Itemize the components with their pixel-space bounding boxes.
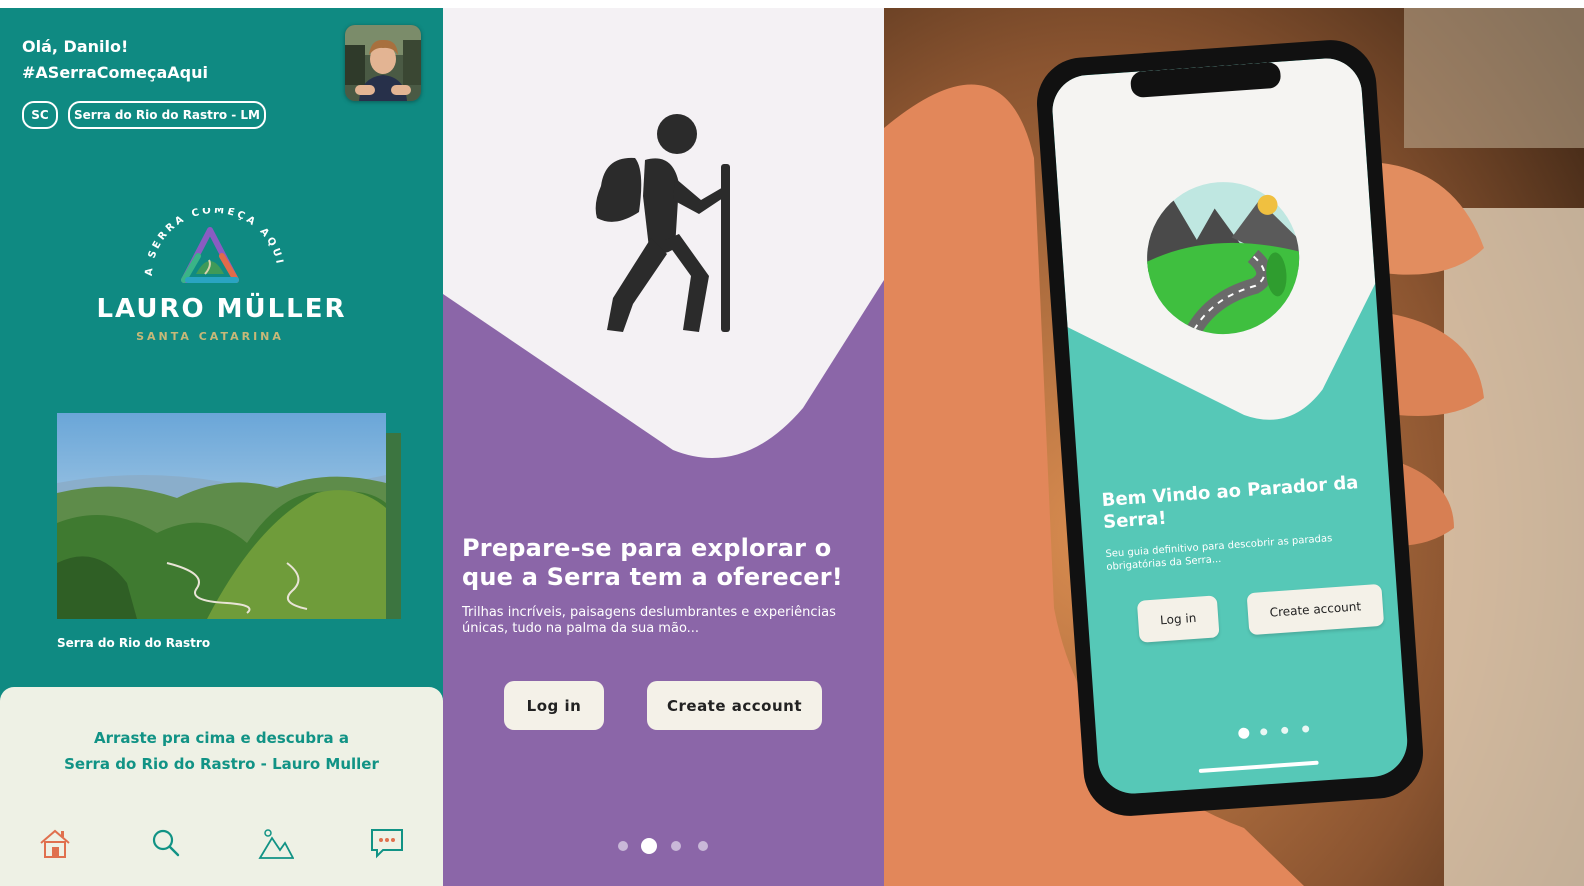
home-screen-panel: Olá, Danilo! #ASerraComeçaAqui SC Serra …: [0, 8, 443, 886]
welcome-title: Bem Vindo ao Parador da Serra!: [1101, 472, 1360, 534]
page-dot-3[interactable]: [671, 841, 681, 851]
page-dot-1[interactable]: [618, 841, 628, 851]
avatar[interactable]: [345, 25, 421, 101]
sheet-prompt: Arraste pra cima e descubra a Serra do R…: [0, 725, 443, 777]
phone-page-dot-4[interactable]: [1301, 725, 1310, 733]
logo-subtitle: SANTA CATARINA: [136, 330, 284, 343]
phone-page-dot-3[interactable]: [1280, 726, 1289, 735]
phone-page-dot-1-active[interactable]: [1237, 727, 1250, 740]
home-indicator: [1198, 760, 1319, 774]
mountains-sun-icon[interactable]: [258, 825, 295, 861]
onboarding-screen-purple: Prepare-se para explorar o que a Serra t…: [443, 8, 884, 886]
logo-name: LAURO MÜLLER: [96, 294, 347, 324]
phone-login-button[interactable]: Log in: [1136, 595, 1220, 643]
serra-road-illustration: [1142, 176, 1305, 340]
phone-screen: Bem Vindo ao Parador da Serra! Seu guia …: [1050, 56, 1410, 796]
photo-caption: Serra do Rio do Rastro: [57, 636, 211, 650]
sheet-line-1: Arraste pra cima e descubra a: [94, 729, 349, 747]
login-button[interactable]: Log in: [504, 681, 604, 730]
state-chip[interactable]: SC: [22, 101, 58, 129]
hashtag-text: #ASerraComeçaAqui: [22, 63, 208, 82]
sheet-line-2: Serra do Rio do Rastro - Lauro Muller: [64, 755, 379, 773]
welcome-subtitle: Seu guia definitivo para descobrir as pa…: [1105, 533, 1333, 573]
hiker-icon: [595, 114, 730, 332]
phone-photo-panel: Bem Vindo ao Parador da Serra! Seu guia …: [884, 8, 1584, 886]
page-dot-2-active[interactable]: [641, 838, 657, 854]
search-icon[interactable]: [148, 825, 184, 861]
create-account-button[interactable]: Create account: [647, 681, 822, 730]
chat-icon[interactable]: [369, 825, 405, 861]
cabin-icon[interactable]: [37, 825, 73, 861]
greeting-block: Olá, Danilo! #ASerraComeçaAqui: [22, 34, 208, 86]
phone-page-dot-2[interactable]: [1260, 728, 1268, 736]
bottom-sheet[interactable]: Arraste pra cima e descubra a Serra do R…: [0, 687, 443, 886]
serra-photo[interactable]: [57, 413, 386, 619]
location-chip[interactable]: Serra do Rio do Rastro - LM: [68, 101, 266, 129]
onboarding-subtitle: Trilhas incríveis, paisagens deslumbrant…: [462, 605, 836, 636]
page-dot-4[interactable]: [698, 841, 708, 851]
onboarding-title: Prepare-se para explorar o que a Serra t…: [462, 534, 843, 591]
greeting-text: Olá, Danilo!: [22, 37, 129, 56]
phone-create-account-button[interactable]: Create account: [1246, 583, 1385, 636]
phone-device: Bem Vindo ao Parador da Serra! Seu guia …: [1033, 37, 1427, 819]
